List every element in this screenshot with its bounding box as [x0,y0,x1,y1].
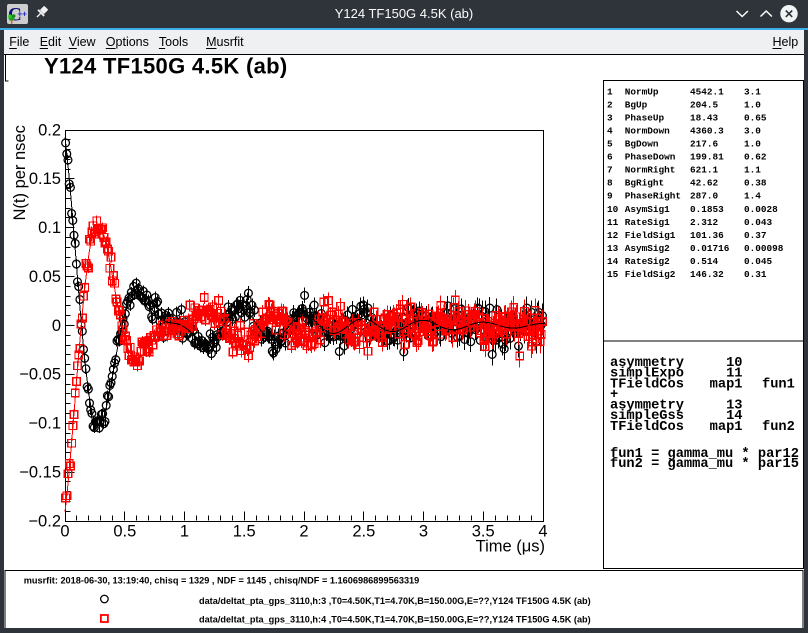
svg-text:0: 0 [52,317,61,335]
svg-text:0.38: 0.38 [744,178,767,189]
svg-text:0.65: 0.65 [744,112,767,123]
svg-text:0.1: 0.1 [38,219,61,237]
svg-text:PhaseRight: PhaseRight [625,191,681,202]
svg-text:data/deltat_pta_gps_3110,h:4 ,: data/deltat_pta_gps_3110,h:4 ,T0=4.50K,T… [199,614,591,625]
svg-text:RateSig1: RateSig1 [625,217,670,228]
svg-text:FieldSig1: FieldSig1 [625,230,676,241]
svg-text:101.36: 101.36 [690,230,724,241]
svg-text:4542.1: 4542.1 [690,86,724,97]
svg-text:0.05: 0.05 [29,268,61,286]
svg-text:9: 9 [607,191,613,202]
svg-text:N(t) per nsec: N(t) per nsec [11,125,29,220]
svg-text:BgRight: BgRight [625,178,664,189]
svg-text:0.514: 0.514 [690,256,719,267]
svg-text:11: 11 [607,217,619,228]
svg-text:fun1: fun1 [762,377,795,392]
svg-text:1.0: 1.0 [744,139,761,150]
svg-text:Y124 TF150G 4.5K (ab): Y124 TF150G 4.5K (ab) [44,55,288,79]
svg-text:BgDown: BgDown [625,139,659,150]
svg-text:0.045: 0.045 [744,256,773,267]
svg-text:217.6: 217.6 [690,139,719,150]
svg-text:PhaseDown: PhaseDown [625,152,676,163]
svg-text:AsymSig2: AsymSig2 [625,243,670,254]
svg-text:fun2: fun2 [762,420,795,435]
svg-text:0.62: 0.62 [744,152,767,163]
svg-text:6: 6 [607,152,613,163]
svg-text:1.0: 1.0 [744,99,761,110]
svg-text:12: 12 [607,230,619,241]
svg-text:BgUp: BgUp [625,99,648,110]
svg-text:NormRight: NormRight [625,165,676,176]
svg-text:4360.3: 4360.3 [690,125,724,136]
svg-text:1.1: 1.1 [744,165,761,176]
svg-text:−0.05: −0.05 [19,366,61,384]
svg-text:AsymSig1: AsymSig1 [625,204,670,215]
svg-text:0.0028: 0.0028 [744,204,778,215]
svg-text:2.312: 2.312 [690,217,719,228]
svg-text:TFieldCos: TFieldCos [610,377,684,392]
svg-text:0.15: 0.15 [29,170,61,188]
svg-text:Time (μs): Time (μs) [476,538,545,556]
svg-text:0.00098: 0.00098 [744,243,784,254]
svg-text:0.2: 0.2 [38,121,61,139]
svg-text:NormUp: NormUp [625,86,659,97]
svg-text:10: 10 [607,204,619,215]
svg-text:−0.15: −0.15 [19,463,61,481]
svg-text:15: 15 [607,269,619,280]
svg-text:0.31: 0.31 [744,269,767,280]
svg-text:TFieldCos: TFieldCos [610,420,684,435]
svg-text:RateSig2: RateSig2 [625,256,670,267]
svg-text:musrfit: 2018-06-30, 13:19:40,: musrfit: 2018-06-30, 13:19:40, chisq = 1… [24,576,420,587]
svg-text:18.43: 18.43 [690,112,719,123]
svg-text:2: 2 [299,523,308,541]
svg-text:3: 3 [419,523,428,541]
svg-text:13: 13 [607,243,619,254]
svg-text:0.043: 0.043 [744,217,773,228]
svg-text:2.5: 2.5 [352,523,375,541]
svg-text:14: 14 [607,256,619,267]
svg-text:2: 2 [607,99,613,110]
svg-text:0: 0 [60,523,69,541]
svg-text:1.5: 1.5 [233,523,256,541]
svg-text:3.0: 3.0 [744,125,761,136]
svg-text:3: 3 [607,112,613,123]
svg-text:−0.2: −0.2 [28,512,61,530]
svg-text:1: 1 [607,86,613,97]
svg-text:map1: map1 [710,377,743,392]
svg-text:PhaseUp: PhaseUp [625,112,665,123]
svg-text:4: 4 [607,125,613,136]
svg-text:8: 8 [607,178,613,189]
svg-text:1: 1 [180,523,189,541]
svg-text:FieldSig2: FieldSig2 [625,269,676,280]
svg-text:146.32: 146.32 [690,269,724,280]
svg-text:7: 7 [607,165,613,176]
svg-text:0.01716: 0.01716 [690,243,730,254]
svg-text:5: 5 [607,139,613,150]
svg-text:42.62: 42.62 [690,178,719,189]
svg-text:287.0: 287.0 [690,191,719,202]
svg-text:1.4: 1.4 [744,191,761,202]
svg-text:0.5: 0.5 [113,523,136,541]
svg-text:0.37: 0.37 [744,230,767,241]
svg-text:fun2 = gamma_mu * par15: fun2 = gamma_mu * par15 [610,457,799,472]
svg-text:621.1: 621.1 [690,165,719,176]
svg-text:NormDown: NormDown [625,125,670,136]
svg-text:204.5: 204.5 [690,99,719,110]
svg-text:0.1853: 0.1853 [690,204,724,215]
svg-text:199.81: 199.81 [690,152,724,163]
svg-text:−0.1: −0.1 [28,415,61,433]
svg-text:3.1: 3.1 [744,86,761,97]
svg-text:data/deltat_pta_gps_3110,h:3 ,: data/deltat_pta_gps_3110,h:3 ,T0=4.50K,T… [199,596,591,607]
svg-text:map1: map1 [710,420,743,435]
